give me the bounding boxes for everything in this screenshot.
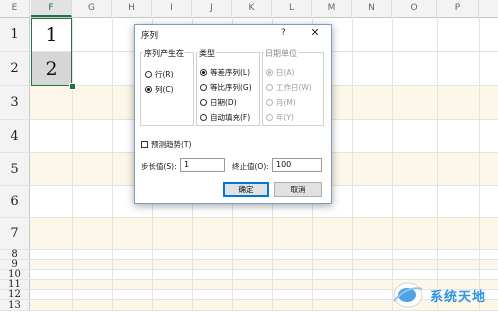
radio-label: 自动填充(F) xyxy=(210,113,251,122)
radio-circle-icon xyxy=(200,69,207,76)
radio-type-growth[interactable]: 等比序列(G) xyxy=(200,82,252,93)
radio-circle-icon xyxy=(200,99,207,106)
row-header-4[interactable]: 4 xyxy=(0,120,30,152)
column-header-n[interactable]: N xyxy=(352,0,392,17)
radio-label: 年(Y) xyxy=(276,113,294,122)
dialog-title: 序列 xyxy=(141,31,159,41)
sheet-row: 7 xyxy=(0,218,498,250)
gridline xyxy=(72,17,73,311)
row-header-8[interactable]: 8 xyxy=(0,249,30,260)
column-header-m[interactable]: M xyxy=(312,0,352,17)
watermark: 系统天地 xyxy=(388,279,498,309)
column-header-k[interactable]: K xyxy=(232,0,272,17)
trend-checkbox[interactable]: 预测趋势(T) xyxy=(141,139,191,150)
series-in-title: 序列产生在 xyxy=(143,48,185,59)
radio-series-columns[interactable]: 列(C) xyxy=(145,84,174,95)
radio-type-date[interactable]: 日期(D) xyxy=(200,97,237,108)
row-header-7[interactable]: 7 xyxy=(0,218,30,249)
radio-label: 月(M) xyxy=(276,98,296,107)
help-button[interactable]: ? xyxy=(281,28,286,38)
type-title: 类型 xyxy=(198,48,216,59)
column-header-j[interactable]: J xyxy=(192,0,232,17)
step-input[interactable]: 1 xyxy=(180,158,225,172)
column-header-i[interactable]: I xyxy=(152,0,192,17)
row-header-11[interactable]: 11 xyxy=(0,279,30,290)
row-header-6[interactable]: 6 xyxy=(0,186,30,217)
row-header-1[interactable]: 1 xyxy=(0,18,30,51)
column-header-f[interactable]: F xyxy=(31,0,72,17)
row-header-13[interactable]: 13 xyxy=(0,300,30,311)
row-header-12[interactable]: 12 xyxy=(0,289,30,300)
column-header-bar: E F G H I J K L M N O P xyxy=(0,0,498,18)
cancel-button[interactable]: 取消 xyxy=(274,182,322,197)
fill-handle[interactable] xyxy=(69,83,76,90)
radio-unit-year: 年(Y) xyxy=(266,112,294,123)
radio-circle-icon xyxy=(145,86,152,93)
stop-input[interactable]: 100 xyxy=(272,158,322,172)
cell-f2[interactable]: 2 xyxy=(31,52,72,86)
close-button[interactable]: ✕ xyxy=(308,26,322,39)
radio-label: 日(A) xyxy=(276,68,295,77)
column-header-e[interactable]: E xyxy=(0,0,30,17)
column-header-h[interactable]: H xyxy=(112,0,152,17)
checkbox-label: 预测趋势(T) xyxy=(151,140,192,149)
ok-button[interactable]: 确定 xyxy=(223,182,269,197)
checkbox-icon xyxy=(141,141,148,148)
date-unit-title: 日期单位 xyxy=(264,48,298,59)
radio-circle-icon xyxy=(266,69,273,76)
radio-label: 列(C) xyxy=(155,85,174,94)
watermark-logo-icon xyxy=(393,282,423,308)
radio-circle-icon xyxy=(145,71,152,78)
gridline xyxy=(437,17,438,311)
gridline xyxy=(392,17,393,311)
radio-circle-icon xyxy=(200,84,207,91)
step-label: 步长值(S): xyxy=(141,162,177,171)
radio-label: 等差序列(L) xyxy=(210,68,251,77)
sheet-row: 8 xyxy=(0,249,498,260)
cell-f1[interactable]: 1 xyxy=(31,18,72,52)
radio-circle-icon xyxy=(200,114,207,121)
series-dialog: 序列 ? ✕ 序列产生在 行(R) 列(C) 类型 等差序列(L) 等比序列(G… xyxy=(134,24,332,204)
gridline xyxy=(479,17,480,311)
radio-type-autofill[interactable]: 自动填充(F) xyxy=(200,112,250,123)
radio-label: 工作日(W) xyxy=(276,83,312,92)
radio-circle-icon xyxy=(266,84,273,91)
stop-label: 终止值(O): xyxy=(232,162,269,171)
row-header-5[interactable]: 5 xyxy=(0,153,30,185)
radio-type-linear[interactable]: 等差序列(L) xyxy=(200,67,250,78)
row-header-2[interactable]: 2 xyxy=(0,52,30,85)
radio-unit-day: 日(A) xyxy=(266,67,294,78)
row-header-9[interactable]: 9 xyxy=(0,259,30,270)
column-header-p[interactable]: P xyxy=(437,0,479,17)
radio-label: 日期(D) xyxy=(210,98,237,107)
gridline xyxy=(112,17,113,311)
radio-unit-month: 月(M) xyxy=(266,97,296,108)
radio-circle-icon xyxy=(266,99,273,106)
watermark-text: 系统天地 xyxy=(430,290,487,305)
radio-label: 行(R) xyxy=(155,70,174,79)
radio-unit-weekday: 工作日(W) xyxy=(266,82,312,93)
radio-label: 等比序列(G) xyxy=(210,83,252,92)
column-header-g[interactable]: G xyxy=(72,0,112,17)
radio-circle-icon xyxy=(266,114,273,121)
sheet-row: 9 xyxy=(0,259,498,270)
column-header-o[interactable]: O xyxy=(392,0,437,17)
radio-series-rows[interactable]: 行(R) xyxy=(145,69,174,80)
row-header-10[interactable]: 10 xyxy=(0,269,30,280)
row-header-3[interactable]: 3 xyxy=(0,86,30,119)
column-header-l[interactable]: L xyxy=(272,0,312,17)
gridline xyxy=(352,17,353,311)
